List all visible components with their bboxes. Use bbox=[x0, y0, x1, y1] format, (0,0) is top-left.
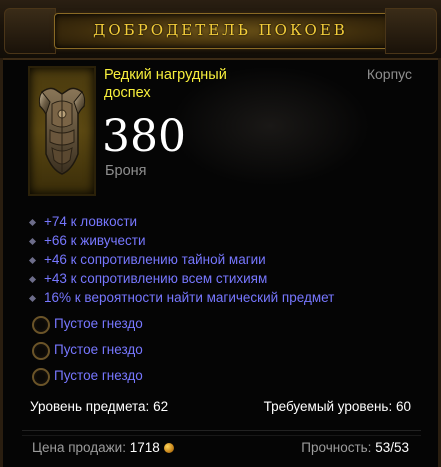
socket-icon bbox=[32, 316, 50, 334]
affix-text: +43 к сопротивлению всем стихиям bbox=[44, 271, 268, 286]
affix-item: +74 к ловкости bbox=[28, 214, 334, 233]
bullet-icon bbox=[28, 256, 37, 265]
socket-label: Пустое гнездо bbox=[54, 316, 143, 331]
bullet-icon bbox=[28, 275, 37, 284]
title-banner: ДОБРОДЕТЕЛЬ ПОКОЕВ bbox=[0, 0, 441, 60]
affix-item: +43 к сопротивлению всем стихиям bbox=[28, 271, 334, 290]
item-name: Редкий нагрудный доспех bbox=[104, 67, 227, 101]
affix-item: 16% к вероятности найти магический предм… bbox=[28, 290, 335, 309]
socket-icon bbox=[32, 368, 50, 386]
socket-label: Пустое гнездо bbox=[54, 342, 143, 357]
socket-icon bbox=[32, 342, 50, 360]
item-slot: Корпус bbox=[366, 66, 412, 82]
sell-price-value: 1718 bbox=[129, 440, 160, 455]
armor-value: 380 bbox=[102, 111, 186, 162]
item-level: Уровень предмета: 62 bbox=[30, 399, 168, 414]
frame-edge-left bbox=[0, 58, 3, 467]
bullet-icon bbox=[28, 237, 37, 246]
durability-label: Прочность: bbox=[301, 440, 372, 455]
bullet-icon bbox=[28, 294, 37, 303]
bullet-icon bbox=[28, 218, 37, 227]
required-level-label: Требуемый уровень: bbox=[263, 399, 393, 414]
affix-text: +74 к ловкости bbox=[44, 214, 138, 229]
affix-text: +46 к сопротивлению тайной магии bbox=[44, 252, 266, 267]
affix-list: +74 к ловкости +66 к живучести +46 к соп… bbox=[28, 214, 335, 309]
affix-text: 16% к вероятности найти магический предм… bbox=[44, 290, 335, 305]
item-level-value: 62 bbox=[153, 399, 169, 414]
item-level-label: Уровень предмета: bbox=[30, 399, 150, 414]
item-tooltip: ДОБРОДЕТЕЛЬ ПОКОЕВ Редкий нагрудный досп… bbox=[0, 0, 441, 467]
durability: Прочность: 53/53 bbox=[301, 440, 409, 455]
required-level-value: 60 bbox=[395, 399, 411, 414]
socket-label: Пустое гнездо bbox=[54, 368, 143, 383]
durability-value: 53/53 bbox=[375, 440, 409, 455]
gold-coin-icon bbox=[163, 443, 174, 453]
item-title: ДОБРОДЕТЕЛЬ ПОКОЕВ bbox=[93, 21, 348, 39]
affix-text: +66 к живучести bbox=[44, 233, 146, 248]
required-level: Требуемый уровень: 60 bbox=[264, 399, 411, 414]
chest-armor-icon bbox=[38, 87, 86, 175]
item-icon-frame bbox=[28, 66, 96, 196]
armor-label: Броня bbox=[105, 163, 147, 179]
affix-item: +66 к живучести bbox=[28, 233, 334, 252]
tooltip-footer: Цена продажи: 1718 Прочность: 53/53 bbox=[22, 430, 421, 459]
sell-price: Цена продажи: 1718 bbox=[32, 440, 174, 455]
sell-price-label: Цена продажи: bbox=[32, 440, 126, 455]
affix-item: +46 к сопротивлению тайной магии bbox=[28, 252, 334, 271]
